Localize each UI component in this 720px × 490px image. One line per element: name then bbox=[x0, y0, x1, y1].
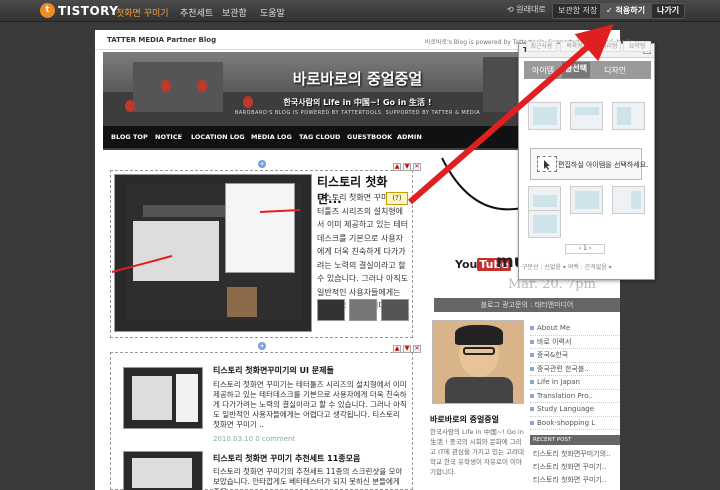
annotation-label: (?) bbox=[386, 192, 408, 205]
screenshot-content bbox=[132, 376, 172, 420]
move-down-icon[interactable]: ▼ bbox=[403, 163, 411, 171]
exit-button[interactable]: 나가기 bbox=[651, 3, 686, 19]
post-title[interactable]: 티스토리 첫화면 꾸미기 추천세트 11종모음 bbox=[213, 453, 360, 464]
post-list[interactable]: ▲ ▼ ✕ 티스토리 첫화면꾸미기의 UI 문제들 티스토리 첫화면 꾸미기는 … bbox=[110, 345, 421, 490]
profile-description: 한국사람의 Life in 中国~! Go in 生活 ! 중국의 시회와 문화… bbox=[430, 428, 524, 476]
cursor-arrow-icon bbox=[544, 160, 550, 170]
move-up-icon[interactable]: ▲ bbox=[393, 345, 401, 353]
item-tile[interactable] bbox=[612, 102, 645, 130]
item-tile[interactable] bbox=[612, 186, 645, 214]
tile-preview bbox=[533, 215, 557, 233]
tab-post-select[interactable]: 글선택 bbox=[562, 62, 591, 78]
category-item[interactable]: 중국관련 한국블.. bbox=[530, 363, 620, 376]
post-excerpt: 티스토리 첫화면 꾸미기의 추천세트 11종의 스크린샷을 모아보았습니다. 안… bbox=[213, 467, 403, 489]
remove-icon[interactable]: ✕ bbox=[413, 345, 421, 353]
post-thumbnail bbox=[123, 451, 203, 490]
hint-text: 편집하실 아이템을 선택하세요. bbox=[558, 161, 649, 169]
remove-icon[interactable]: ✕ bbox=[413, 163, 421, 171]
menu-admin[interactable]: ADMIN bbox=[397, 133, 422, 141]
item-tile[interactable] bbox=[570, 186, 603, 214]
category-item[interactable]: Translation Pro.. bbox=[530, 390, 620, 403]
post-excerpt: 티스토리 첫화면 꾸미기는 테터툴즈 시리즈의 설치형에서 이미 제공하고 있는… bbox=[213, 380, 407, 429]
item-tile[interactable] bbox=[528, 102, 561, 130]
menu-location-log[interactable]: LOCATION LOG bbox=[191, 133, 245, 141]
category-item[interactable]: About Me bbox=[530, 322, 620, 336]
tile-preview bbox=[533, 107, 557, 125]
tile-preview bbox=[631, 191, 641, 209]
brand-subtitle: 첫화면 꾸미기 bbox=[116, 9, 169, 19]
recent-post-item[interactable]: 티스토리 첫화면꾸미기의.. bbox=[530, 448, 620, 461]
post-title[interactable]: 티스토리 첫화면꾸미기의 UI 문제들 bbox=[213, 365, 334, 376]
screenshot-panel bbox=[176, 374, 198, 422]
subtab-summary[interactable]: 요약형 bbox=[623, 41, 651, 52]
category-item[interactable]: 중국&한국 bbox=[530, 349, 620, 363]
tile-preview bbox=[617, 107, 631, 125]
recent-post-item[interactable]: 티스토리 첫화면 꾸미기.. bbox=[530, 461, 620, 474]
subtab-recent[interactable]: 최근사용 bbox=[526, 41, 557, 52]
category-item[interactable]: Book-shopping L bbox=[530, 417, 620, 430]
apply-button[interactable]: ✓ 적용하기 bbox=[600, 3, 651, 19]
top-toolbar: t TISTORY 첫화면 꾸미기 추천세트 보관함 도움말 ⟲ 원래대로 보관… bbox=[0, 0, 720, 22]
shirt-shape bbox=[445, 377, 513, 403]
tistory-logo-icon: t bbox=[40, 3, 55, 18]
tile-preview bbox=[533, 195, 557, 207]
undo-button[interactable]: ⟲ 원래대로 bbox=[502, 3, 551, 19]
menu-notice[interactable]: NOTICE bbox=[155, 133, 182, 141]
item-tile[interactable] bbox=[528, 210, 561, 238]
recent-post-heading: RECENT POST bbox=[530, 435, 620, 445]
post-image-thumb[interactable] bbox=[349, 299, 377, 321]
tile-preview bbox=[575, 191, 599, 209]
tab-items[interactable]: 아이템 bbox=[532, 65, 554, 76]
nav-help[interactable]: 도움말 bbox=[260, 6, 285, 19]
category-item[interactable]: Life in Japan bbox=[530, 376, 620, 390]
save-to-storage-button[interactable]: 보관함 저장 bbox=[552, 3, 604, 19]
item-tile[interactable] bbox=[570, 102, 603, 130]
menu-guestbook[interactable]: GUESTBOOK bbox=[347, 133, 392, 141]
post-meta: 2010.03.10 0 comment bbox=[213, 435, 296, 443]
menu-media-log[interactable]: MEDIA LOG bbox=[251, 133, 292, 141]
panel-tabs: 아이템 글선택 디자인 bbox=[524, 61, 651, 79]
select-item-hint: 편집하실 아이템을 선택하세요. bbox=[530, 148, 648, 180]
post-excerpt: 티스토리 첫화면 꾸미기는 터틀즈 시리즈의 설치형에서 이미 제공하고 있는 … bbox=[317, 193, 409, 309]
screenshot-panel bbox=[225, 183, 295, 273]
add-item-icon[interactable]: + bbox=[258, 342, 266, 350]
nav-storage[interactable]: 보관함 bbox=[222, 6, 247, 19]
menu-tag-cloud[interactable]: TAG CLOUD bbox=[299, 133, 340, 141]
post-thumbnail bbox=[114, 174, 312, 332]
post-image-thumb[interactable] bbox=[317, 299, 345, 321]
post-thumbnail bbox=[123, 367, 203, 429]
glasses-shape bbox=[463, 347, 495, 355]
category-list: About Me 바로 이력서 중국&한국 중국관련 한국블.. Life in… bbox=[530, 322, 620, 430]
cursor-select-icon bbox=[537, 156, 557, 172]
screenshot-content bbox=[132, 458, 192, 488]
tile-preview bbox=[575, 107, 599, 115]
category-item[interactable]: Study Language bbox=[530, 403, 620, 417]
screenshot-content bbox=[133, 221, 219, 281]
panel-footer-options[interactable]: 구분선 : 선없음 ▾ 여백 : 간격없음 ▾ bbox=[522, 262, 650, 274]
screenshot-banner bbox=[143, 205, 233, 217]
subtab-gallery[interactable]: 갤러리형 bbox=[592, 41, 621, 52]
move-up-icon[interactable]: ▲ bbox=[393, 163, 401, 171]
category-item[interactable]: 바로 이력서 bbox=[530, 336, 620, 349]
ad-inquiry-label[interactable]: 블로그 광고문의 : 태터앤미디어 bbox=[434, 298, 620, 312]
hair-shape bbox=[455, 325, 503, 345]
recent-post-item[interactable]: 티스토리 첫화면 꾸미기.. bbox=[530, 474, 620, 487]
menu-blog-top[interactable]: BLOG TOP bbox=[111, 133, 148, 141]
add-item-icon[interactable]: + bbox=[258, 160, 266, 168]
recent-post-list: 티스토리 첫화면꾸미기의.. 티스토리 첫화면 꾸미기.. 티스토리 첫화면 꾸… bbox=[530, 448, 620, 487]
post-item[interactable]: ▲ ▼ ✕ 티스토리 첫화면... 티스토리 첫화면 꾸미기는 터틀즈 시리즈의… bbox=[110, 163, 421, 338]
screenshot-photo bbox=[227, 287, 257, 317]
tab-design[interactable]: 디자인 bbox=[604, 65, 626, 76]
post-image-thumb[interactable] bbox=[381, 299, 409, 321]
move-down-icon[interactable]: ▼ bbox=[403, 345, 411, 353]
profile-photo bbox=[432, 320, 524, 404]
youtube-you: You bbox=[455, 258, 478, 271]
sidebar-curve-graphic bbox=[441, 157, 522, 211]
profile-name: 바로바로의 중얼중얼 bbox=[430, 415, 500, 424]
brand-name: TISTORY bbox=[58, 4, 119, 18]
partner-logo: TATTER MEDIA Partner Blog bbox=[107, 36, 217, 44]
subtab-list[interactable]: 목록형 bbox=[560, 41, 589, 52]
nav-recommended-set[interactable]: 추천세트 bbox=[180, 6, 213, 19]
pagination[interactable]: ‹ 1 › bbox=[565, 244, 605, 254]
